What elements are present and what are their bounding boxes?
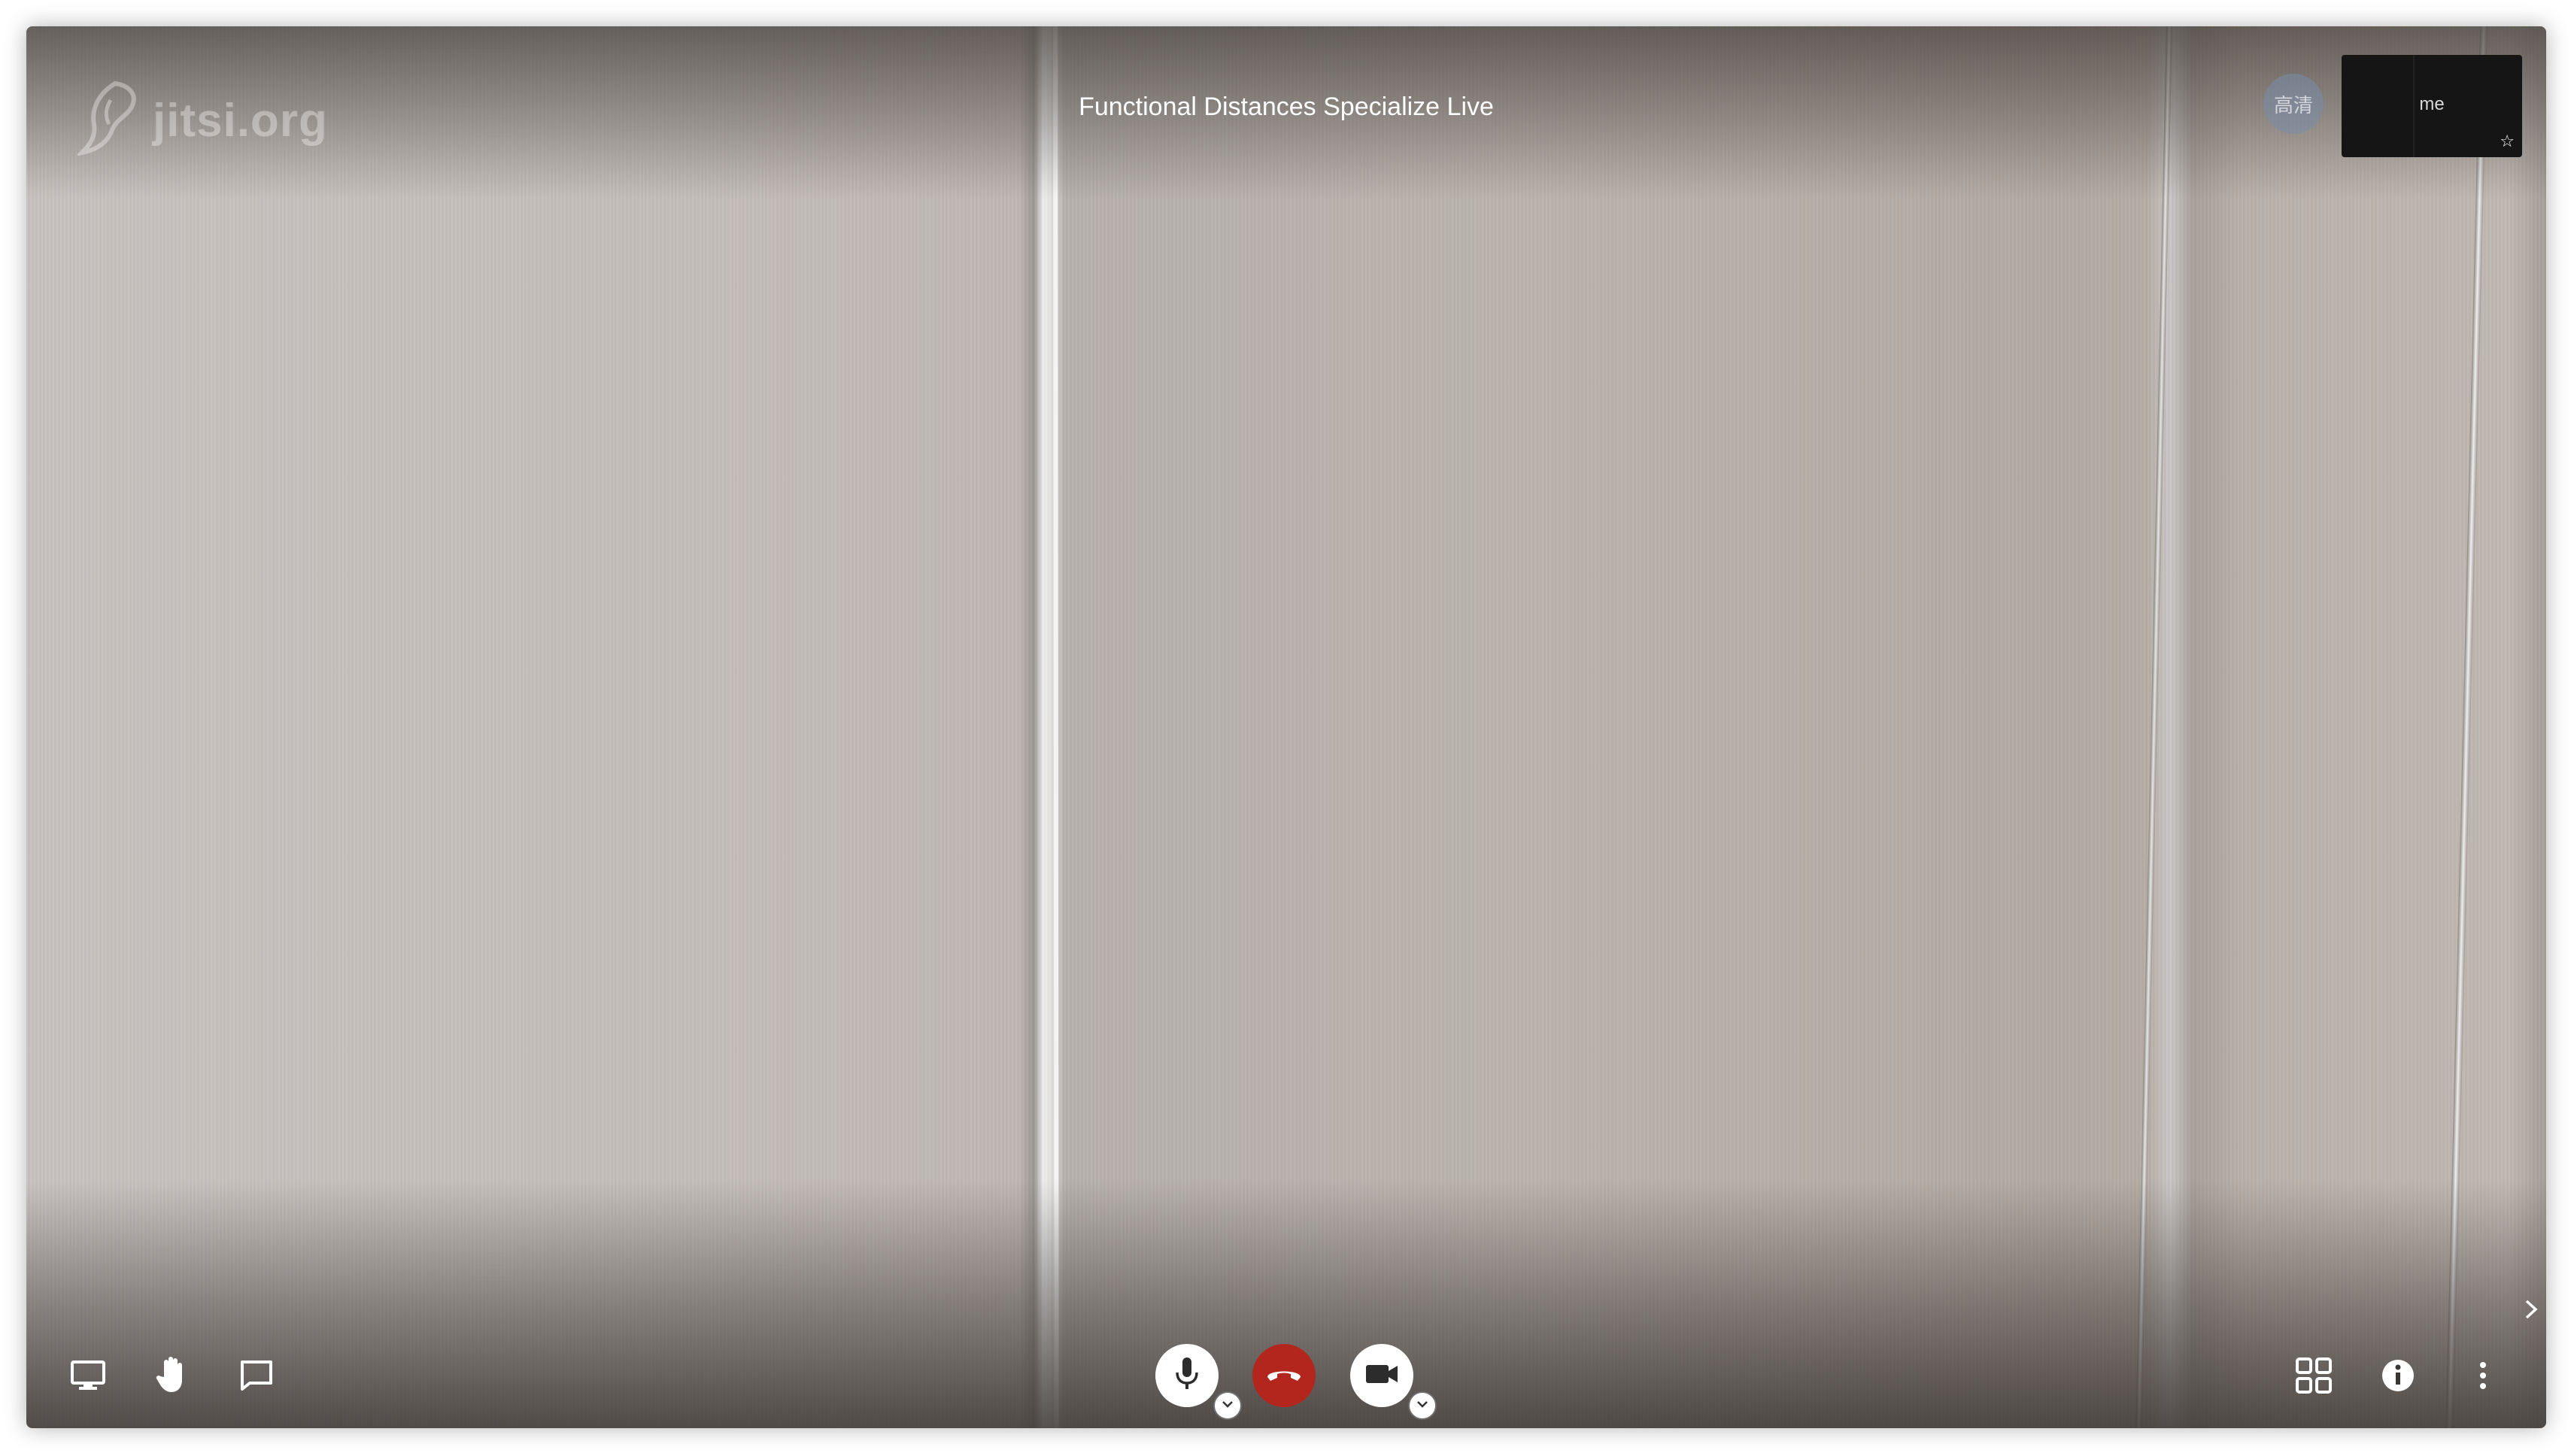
microphone-options-button[interactable] xyxy=(1213,1391,1242,1420)
info-icon xyxy=(2381,1358,2415,1397)
grid-icon xyxy=(2295,1357,2333,1398)
hand-icon xyxy=(155,1354,190,1397)
more-vertical-icon xyxy=(2478,1360,2487,1394)
share-screen-button[interactable] xyxy=(58,1347,118,1407)
microphone-button[interactable] xyxy=(1155,1344,1219,1407)
video-camera-icon xyxy=(1364,1362,1399,1390)
chevron-right-icon xyxy=(2522,1298,2540,1324)
tile-view-button[interactable] xyxy=(2284,1347,2344,1407)
meeting-title: Functional Distances Specialize Live xyxy=(1079,93,1494,121)
hangup-button[interactable] xyxy=(1252,1344,1316,1407)
camera-options-button[interactable] xyxy=(1408,1391,1437,1420)
conference-window: jitsi.org Functional Distances Specializ… xyxy=(26,26,2546,1428)
raise-hand-button[interactable] xyxy=(142,1345,202,1406)
self-view-thumbnail[interactable]: me ☆ xyxy=(2342,55,2522,157)
microphone-icon xyxy=(1174,1356,1200,1396)
chevron-down-icon xyxy=(1416,1399,1429,1412)
chat-bubble-icon xyxy=(239,1359,274,1396)
remote-participant-avatar[interactable]: 高清 xyxy=(2263,74,2324,134)
chevron-down-icon xyxy=(1221,1399,1234,1412)
camera-button[interactable] xyxy=(1350,1344,1413,1407)
phone-hangup-icon xyxy=(1264,1365,1304,1387)
self-view-label: me xyxy=(2419,94,2445,114)
chat-button[interactable] xyxy=(226,1347,287,1407)
more-options-button[interactable] xyxy=(2453,1347,2513,1407)
info-button[interactable] xyxy=(2368,1347,2428,1407)
monitor-icon xyxy=(70,1360,106,1395)
star-icon: ☆ xyxy=(2500,132,2515,151)
filmstrip-toggle-button[interactable] xyxy=(2516,1296,2546,1326)
